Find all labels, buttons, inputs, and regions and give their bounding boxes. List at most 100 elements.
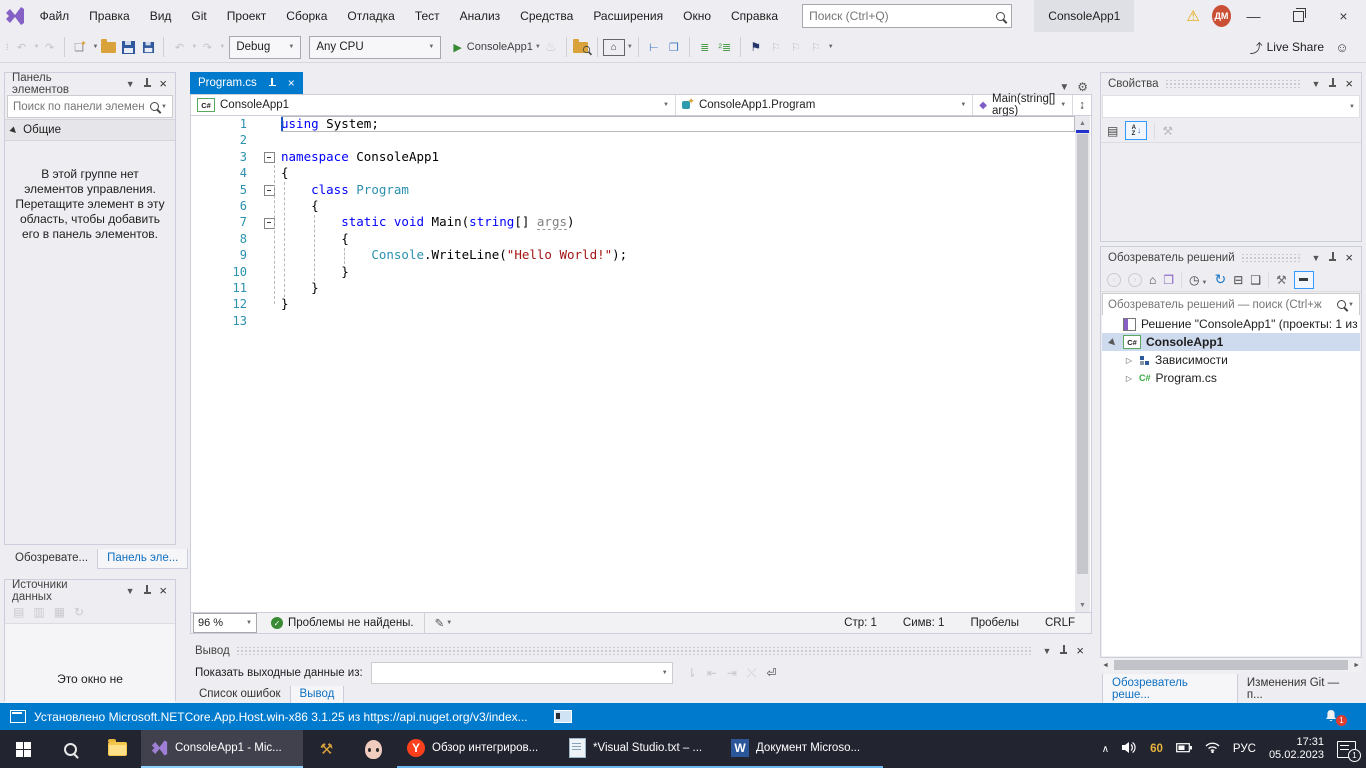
pin-icon[interactable] xyxy=(268,78,277,89)
next-bookmark-button[interactable]: ⚐ xyxy=(786,35,806,59)
code-line[interactable]: 10 } xyxy=(191,264,1091,280)
previous-message-button[interactable]: ⇤ xyxy=(707,666,717,680)
back-button[interactable]: ‹ xyxy=(1107,273,1121,287)
window-position-dropdown-icon[interactable]: ▼ xyxy=(1307,79,1324,89)
tab-server-explorer[interactable]: Обозревате... xyxy=(6,549,97,569)
minimize-button[interactable]: — xyxy=(1231,0,1276,32)
warning-icon[interactable]: ⚠ xyxy=(1186,7,1199,25)
language-indicator[interactable]: РУС xyxy=(1233,743,1256,755)
taskbar-search-button[interactable] xyxy=(47,730,94,768)
find-message-button[interactable]: ⇂ xyxy=(687,666,697,680)
toggle-word-wrap-button[interactable]: ⏎ xyxy=(767,666,777,680)
close-icon[interactable]: × xyxy=(288,76,295,90)
preview-changes-button[interactable]: ❐ xyxy=(664,35,684,59)
toggle-bookmark-button[interactable]: ⚑ xyxy=(746,35,766,59)
undo-button[interactable]: ↶ xyxy=(169,35,189,59)
zoom-dropdown[interactable]: 96 % ▼ xyxy=(193,613,257,633)
menu-item[interactable]: Правка xyxy=(79,0,140,32)
refresh-button[interactable]: ↻ xyxy=(74,605,84,619)
pin-icon[interactable] xyxy=(143,78,152,89)
code-line[interactable]: 6 { xyxy=(191,198,1091,214)
split-window-button[interactable]: ↨ xyxy=(1072,95,1091,115)
data-sources-header[interactable]: Источники данных ▼ × xyxy=(5,580,175,601)
open-file-button[interactable] xyxy=(98,35,118,59)
pin-icon[interactable] xyxy=(1328,78,1337,89)
code-editor[interactable]: 1using System;23namespace ConsoleApp14{5… xyxy=(190,116,1092,612)
menu-item[interactable]: Справка xyxy=(721,0,788,32)
menu-item[interactable]: Тест xyxy=(405,0,450,32)
tab-program-cs[interactable]: Program.cs × xyxy=(190,72,303,94)
tab-error-list[interactable]: Список ошибок xyxy=(190,686,290,704)
hot-reload-button[interactable]: ♨ xyxy=(541,35,561,59)
solution-search-input[interactable]: Обозреватель решений — поиск (Ctrl+ж ▼ xyxy=(1102,293,1360,316)
pending-changes-filter-button[interactable]: ◷▼ xyxy=(1189,273,1207,287)
object-selector-dropdown[interactable]: ▼ xyxy=(1102,95,1360,118)
window-position-dropdown-icon[interactable]: ▼ xyxy=(122,79,139,89)
menu-item[interactable]: Файл xyxy=(30,0,80,32)
code-line[interactable]: 7 static void Main(string[] args) xyxy=(191,214,1091,230)
window-position-dropdown-icon[interactable]: ▼ xyxy=(1307,253,1324,263)
navigate-forward-button[interactable]: ↷ xyxy=(39,35,59,59)
menu-item[interactable]: Сборка xyxy=(276,0,337,32)
drag-handle[interactable] xyxy=(236,647,1033,655)
taskbar-tools-app[interactable]: ⚒ xyxy=(303,730,350,768)
project-dropdown[interactable]: C# ConsoleApp1 ▼ xyxy=(191,95,676,115)
line-ending-indicator[interactable]: CRLF xyxy=(1045,617,1075,629)
new-project-button[interactable]: ❏✦ xyxy=(70,35,90,59)
search-icon[interactable] xyxy=(150,102,159,111)
column-indicator[interactable]: Симв: 1 xyxy=(903,617,945,629)
next-message-button[interactable]: ⇥ xyxy=(727,666,737,680)
expanded-icon[interactable]: ▶ xyxy=(1106,335,1119,348)
notifications-bell-icon[interactable]: 1 xyxy=(1324,709,1340,725)
clock[interactable]: 17:31 05.02.2023 xyxy=(1269,736,1324,762)
output-header[interactable]: Вывод ▼ × xyxy=(190,640,1092,661)
collapsed-icon[interactable]: ▷ xyxy=(1124,356,1134,365)
menu-item[interactable]: Отладка xyxy=(337,0,404,32)
collapsed-icon[interactable]: ▷ xyxy=(1124,374,1134,383)
taskbar-browser[interactable]: Y Обзор интегриров... xyxy=(397,730,559,768)
code-line[interactable]: 1using System; xyxy=(191,116,1091,132)
feedback-button[interactable]: ☺ xyxy=(1332,35,1352,59)
tab-toolbox[interactable]: Панель эле... xyxy=(97,549,188,569)
search-icon[interactable] xyxy=(1337,300,1346,309)
property-pages-wrench-icon[interactable]: ⚒ xyxy=(1162,124,1173,138)
battery-percent-widget[interactable]: 60 xyxy=(1150,743,1163,755)
menu-item[interactable]: Средства xyxy=(510,0,583,32)
pin-icon[interactable] xyxy=(1328,252,1337,263)
window-position-dropdown-icon[interactable]: ▼ xyxy=(122,586,139,596)
solution-configuration-dropdown[interactable]: Debug▼ xyxy=(229,36,301,59)
solution-platform-dropdown[interactable]: Any CPU▼ xyxy=(309,36,441,59)
close-icon[interactable]: × xyxy=(1341,76,1357,91)
sync-namespaces-button[interactable]: ⊢ xyxy=(644,35,664,59)
collapse-icon[interactable] xyxy=(264,152,275,163)
save-all-button[interactable] xyxy=(138,35,158,59)
vertical-scrollbar[interactable]: ▲ ▼ xyxy=(1075,116,1090,612)
toolbar-grip[interactable]: ⁞ xyxy=(6,42,8,52)
refresh-button[interactable]: ↻ xyxy=(1214,271,1226,288)
document-list-dropdown-icon[interactable]: ▼ xyxy=(1059,82,1069,93)
code-line[interactable]: 9 Console.WriteLine("Hello World!"); xyxy=(191,247,1091,263)
collapse-all-button[interactable]: ⊟ xyxy=(1233,273,1243,287)
properties-header[interactable]: Свойства ▼ × xyxy=(1101,73,1361,94)
package-manager-icon[interactable] xyxy=(554,710,572,723)
fold-gutter[interactable] xyxy=(247,182,281,198)
member-dropdown[interactable]: ◆ Main(string[] args) ▼ xyxy=(973,95,1072,115)
fold-gutter[interactable] xyxy=(247,149,281,165)
toolbox-header[interactable]: Панель элементов ▼ × xyxy=(5,73,175,94)
code-line[interactable]: 8 { xyxy=(191,231,1091,247)
menu-item[interactable]: Проект xyxy=(217,0,277,32)
problems-status[interactable]: Проблемы не найдены. xyxy=(288,617,414,629)
menu-item[interactable]: Окно xyxy=(673,0,721,32)
volume-icon[interactable] xyxy=(1122,741,1137,757)
menu-item[interactable]: Вид xyxy=(140,0,182,32)
add-data-source-button[interactable]: ▤ xyxy=(13,605,24,619)
clear-bookmarks-button[interactable]: ⚐ xyxy=(806,35,826,59)
clear-all-button[interactable]: ⤬ xyxy=(747,666,757,681)
previous-bookmark-button[interactable]: ⚐ xyxy=(766,35,786,59)
code-line[interactable]: 2 xyxy=(191,132,1091,148)
drag-handle[interactable] xyxy=(1241,254,1302,262)
scrollbar-thumb[interactable] xyxy=(1114,660,1348,670)
search-icon[interactable] xyxy=(996,12,1005,21)
chevron-down-icon[interactable]: ▼ xyxy=(1348,302,1354,308)
forward-button[interactable]: › xyxy=(1128,273,1142,287)
